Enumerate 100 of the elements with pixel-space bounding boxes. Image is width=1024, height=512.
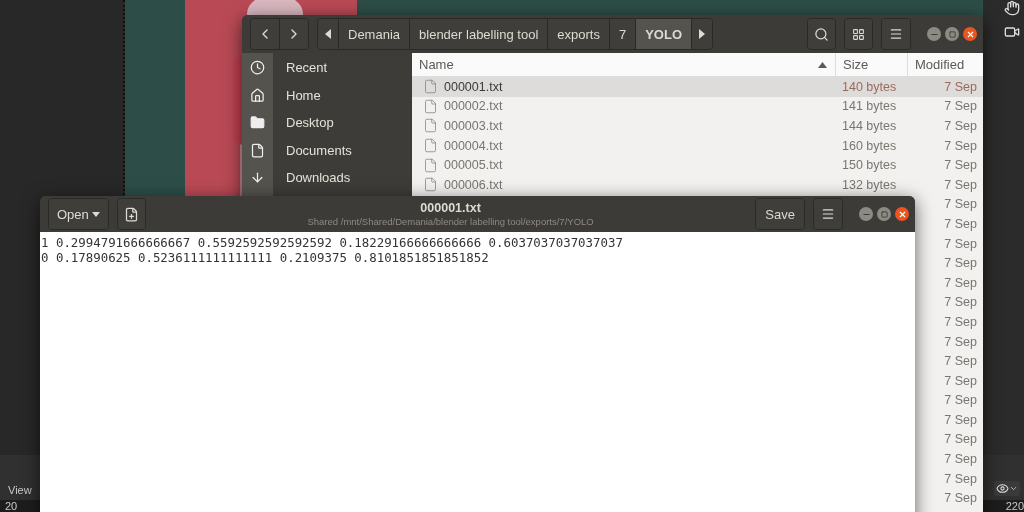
file-row[interactable]: 000001.txt 140 bytes 7 Sep: [412, 77, 983, 97]
file-modified: 7 Sep: [944, 432, 977, 447]
save-button[interactable]: Save: [756, 199, 804, 229]
file-modified: 7 Sep: [944, 119, 977, 133]
file-row[interactable]: 000005.txt 150 bytes 7 Sep: [412, 155, 983, 175]
search-icon: [814, 26, 829, 42]
file-row[interactable]: 000003.txt 144 bytes 7 Sep: [412, 116, 983, 136]
file-modified: 7 Sep: [944, 393, 977, 408]
column-header[interactable]: Size: [835, 53, 907, 76]
file-modified: 7 Sep: [944, 256, 977, 271]
new-document-button[interactable]: [117, 199, 145, 229]
menu-button[interactable]: [882, 19, 910, 49]
file-icon: [423, 177, 438, 193]
chevron-down-icon: [1009, 484, 1018, 493]
file-icon: [423, 98, 438, 114]
file-path: Shared /mnt/Shared/Demania/blender labelling tool/exports/7/YOLO: [307, 215, 594, 228]
file-name: 000005.txt: [444, 158, 503, 173]
file-modified: 7 Sep: [944, 334, 977, 349]
file-modified: 7 Sep: [944, 177, 977, 192]
file-modified: 7 Sep: [944, 471, 977, 486]
maximize-icon: [948, 30, 956, 38]
close-icon: [965, 29, 975, 39]
path-segment[interactable]: YOLO: [635, 19, 691, 49]
download-icon: [250, 170, 265, 186]
maximize-icon: [880, 210, 888, 218]
file-icon: [423, 138, 438, 154]
file-icon: [423, 118, 438, 134]
path-scroll-right-button[interactable]: [691, 19, 712, 49]
frame-start: 20: [5, 500, 18, 512]
file-modified: 7 Sep: [944, 295, 977, 310]
file-size: 141 bytes: [842, 99, 897, 114]
sidebar-item[interactable]: Desktop: [273, 109, 412, 137]
folder-icon: [250, 115, 265, 131]
file-name: 000001.txt: [444, 79, 503, 94]
column-header[interactable]: Name: [412, 53, 835, 76]
hand-icon[interactable]: [1004, 0, 1020, 16]
menu-button[interactable]: [814, 199, 842, 229]
file-row[interactable]: 000002.txt 141 bytes 7 Sep: [412, 96, 983, 117]
text-line: 0 0.17890625 0.5236111111111111 0.2109375 0.8101851851851852: [41, 250, 489, 265]
file-modified: 7 Sep: [944, 79, 977, 94]
file-modified: 7 Sep: [944, 491, 977, 506]
menu-icon: [821, 207, 835, 221]
file-modified: 7 Sep: [944, 373, 977, 388]
file-modified: 7 Sep: [944, 275, 977, 290]
column-label: Size: [843, 57, 869, 72]
close-icon: [897, 209, 907, 219]
caret-down-icon: [91, 211, 100, 217]
clock-icon: [250, 60, 265, 76]
file-modified: 7 Sep: [944, 138, 977, 153]
file-modified: 7 Sep: [944, 412, 977, 427]
file-modified: 7 Sep: [944, 452, 977, 467]
file-modified: 7 Sep: [944, 197, 977, 212]
view-menu[interactable]: View: [8, 484, 32, 496]
caret-left-icon: [325, 29, 331, 39]
file-row[interactable]: 000004.txt 160 bytes 7 Sep: [412, 135, 983, 156]
text-line: 1 0.2994791666666667 0.5592592592592592 0.18229166666666666 0.6037037037037037: [41, 235, 623, 250]
window-title: 000001.txt: [420, 200, 481, 216]
column-label: Modified: [915, 57, 965, 72]
file-plus-icon: [123, 206, 139, 222]
menu-icon: [889, 27, 903, 41]
file-name: 000006.txt: [444, 177, 503, 192]
file-name: 000003.txt: [444, 119, 503, 133]
file-modified: 7 Sep: [944, 158, 977, 173]
file-row[interactable]: 000006.txt 132 bytes 7 Sep: [412, 174, 983, 195]
home-icon: [250, 87, 265, 103]
search-button[interactable]: [808, 19, 835, 49]
forward-button[interactable]: [279, 19, 308, 49]
file-modified: 7 Sep: [944, 216, 977, 231]
file-modified: 7 Sep: [944, 236, 977, 251]
file-modified: 7 Sep: [944, 314, 977, 329]
file-name: 000002.txt: [444, 99, 503, 114]
column-header[interactable]: Modified: [907, 53, 983, 76]
minimize-button[interactable]: [927, 27, 941, 41]
file-size: 144 bytes: [842, 119, 897, 133]
caret-right-icon: [699, 29, 705, 39]
sidebar-item[interactable]: Home: [273, 81, 412, 109]
column-label: Name: [419, 57, 454, 72]
grid-icon: [852, 27, 865, 41]
file-size: 160 bytes: [842, 138, 897, 153]
file-size: 150 bytes: [842, 158, 897, 173]
visibility-dropdown[interactable]: [994, 481, 1020, 496]
file-modified: 7 Sep: [944, 99, 977, 114]
file-size: 140 bytes: [842, 79, 897, 94]
sidebar-item[interactable]: Documents: [273, 136, 412, 164]
grid-view-button[interactable]: [845, 19, 872, 49]
sidebar-item[interactable]: Downloads: [273, 164, 412, 192]
open-button[interactable]: Open: [49, 199, 108, 229]
close-button[interactable]: [895, 207, 909, 221]
camera-icon[interactable]: [1004, 24, 1020, 40]
file-icon: [423, 79, 438, 95]
file-modified: 7 Sep: [944, 354, 977, 369]
sidebar-item[interactable]: Recent: [273, 54, 412, 82]
minimize-button[interactable]: [859, 207, 873, 221]
close-button[interactable]: [963, 27, 977, 41]
eye-icon: [996, 482, 1009, 495]
document-icon: [250, 142, 265, 158]
file-size: 132 bytes: [842, 177, 897, 192]
frame-end: 220: [1005, 500, 1024, 512]
file-name: 000004.txt: [444, 138, 503, 153]
file-icon: [423, 157, 438, 173]
